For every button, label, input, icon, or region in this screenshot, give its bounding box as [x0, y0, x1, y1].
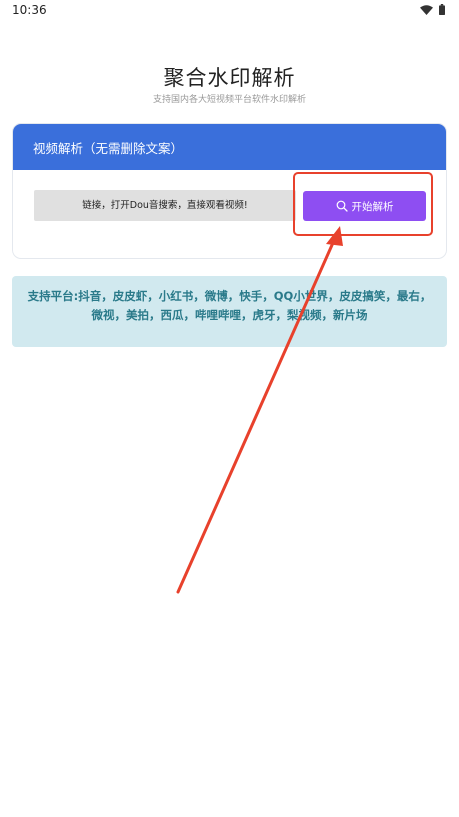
start-parse-button[interactable]: 开始解析	[303, 191, 426, 221]
status-icons	[420, 4, 445, 15]
url-input[interactable]	[34, 190, 296, 221]
parse-card: 视频解析（无需删除文案） 开始解析	[12, 123, 447, 259]
wifi-icon	[420, 4, 433, 15]
status-bar: 10:36	[0, 0, 459, 22]
page-subtitle: 支持国内各大短视频平台软件水印解析	[152, 95, 306, 105]
battery-icon	[439, 4, 445, 15]
card-header: 视频解析（无需删除文案）	[13, 124, 446, 170]
page-title: 聚合水印解析	[163, 66, 296, 90]
start-button-label: 开始解析	[351, 200, 394, 213]
search-icon	[336, 200, 348, 212]
app-screen: 10:36 聚合水印解析 支持国内各大短视频平台软件水印解析 视频解析（无需删除…	[0, 0, 459, 817]
supported-platforms-text: 支持平台:抖音，皮皮虾，小红书，微博，快手，QQ小世界，皮皮搞笑，最右，微视，美…	[27, 289, 432, 322]
status-time: 10:36	[12, 3, 47, 17]
supported-platforms: 支持平台:抖音，皮皮虾，小红书，微博，快手，QQ小世界，皮皮搞笑，最右，微视，美…	[12, 276, 447, 347]
